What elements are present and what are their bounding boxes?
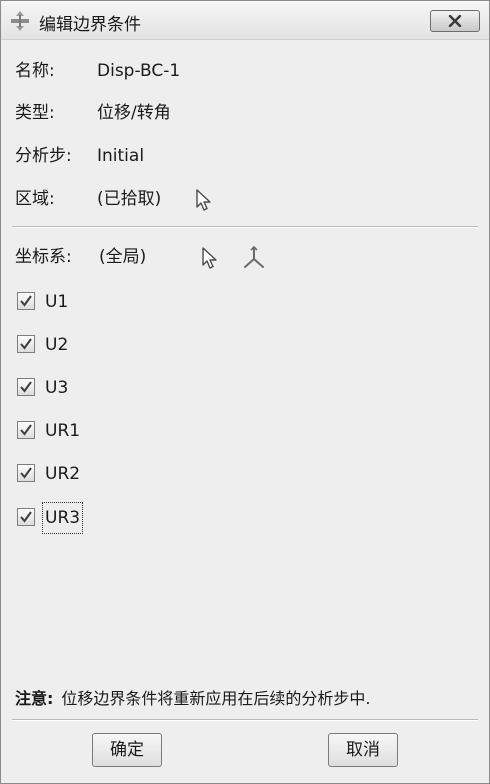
ur2-label: UR2 — [45, 464, 81, 484]
checkmark-icon — [20, 338, 32, 350]
ok-button[interactable]: 确定 — [92, 733, 162, 767]
type-row: 类型: 位移/转角 — [15, 101, 171, 125]
note: 注意: 位移边界条件将重新应用在后续的分析步中. — [15, 685, 371, 709]
region-row: 区域: (已拾取) — [15, 187, 161, 211]
step-row: 分析步: Initial — [15, 144, 144, 168]
u3-checkbox[interactable] — [17, 378, 35, 396]
u2-checkbox[interactable] — [17, 335, 35, 353]
step-value: Initial — [97, 146, 145, 166]
u3-label: U3 — [45, 378, 69, 398]
type-value: 位移/转角 — [97, 103, 171, 123]
u1-label: U1 — [45, 292, 69, 312]
u1-checkbox[interactable] — [17, 292, 35, 310]
name-row: 名称: Disp-BC-1 — [15, 59, 180, 83]
region-select-icon[interactable] — [194, 188, 214, 212]
ur3-label: UR3 — [42, 502, 84, 534]
ur3-checkbox[interactable] — [17, 508, 35, 526]
csys-select-icon[interactable] — [200, 246, 220, 270]
checkmark-icon — [20, 381, 32, 393]
note-label: 注意: — [15, 689, 54, 708]
step-label: 分析步: — [15, 146, 72, 166]
csys-row: 坐标系: (全局) — [15, 245, 146, 269]
separator-bottom — [12, 719, 478, 721]
checkmark-icon — [20, 424, 32, 436]
dialog-content: 名称: Disp-BC-1 类型: 位移/转角 分析步: Initial 区域:… — [1, 40, 489, 783]
type-label: 类型: — [15, 103, 55, 123]
ur2-checkbox[interactable] — [17, 464, 35, 482]
edit-boundary-condition-dialog: 编辑边界条件 名称: Disp-BC-1 类型: 位移/转角 分析步: Init… — [0, 0, 490, 784]
checkmark-icon — [20, 295, 32, 307]
ur1-label: UR1 — [45, 421, 81, 441]
window-title: 编辑边界条件 — [39, 15, 141, 35]
close-icon — [448, 15, 462, 27]
note-text: 位移边界条件将重新应用在后续的分析步中. — [61, 689, 371, 708]
csys-axes-icon[interactable] — [241, 245, 267, 271]
title-bar: 编辑边界条件 — [1, 1, 489, 40]
u2-label: U2 — [45, 335, 69, 355]
ur1-checkbox[interactable] — [17, 421, 35, 439]
csys-value: (全局) — [99, 247, 147, 267]
name-value: Disp-BC-1 — [97, 61, 181, 81]
name-label: 名称: — [15, 61, 55, 81]
checkmark-icon — [20, 511, 32, 523]
region-value: (已拾取) — [97, 189, 162, 209]
close-button[interactable] — [430, 10, 480, 32]
separator-top — [12, 226, 478, 228]
region-label: 区域: — [15, 189, 55, 209]
app-icon — [11, 11, 29, 31]
csys-label: 坐标系: — [15, 247, 72, 267]
cancel-button[interactable]: 取消 — [328, 733, 398, 767]
checkmark-icon — [20, 467, 32, 479]
